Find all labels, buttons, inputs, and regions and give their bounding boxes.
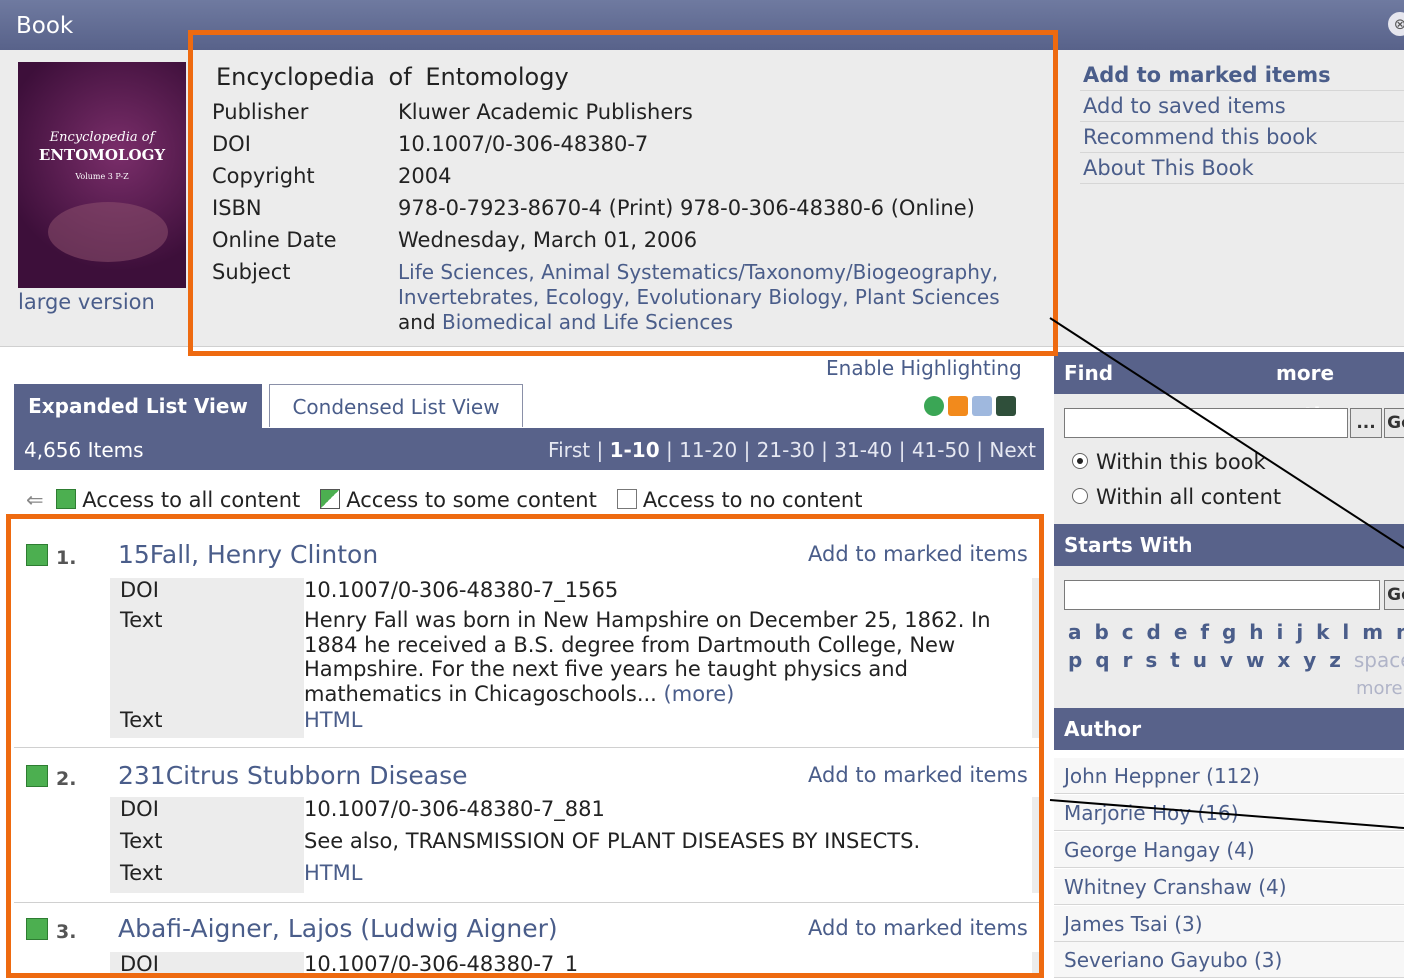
- annotation-connector-lines: [1049, 317, 1404, 829]
- connector-line: [1049, 799, 1404, 829]
- connector-line: [1049, 317, 1404, 549]
